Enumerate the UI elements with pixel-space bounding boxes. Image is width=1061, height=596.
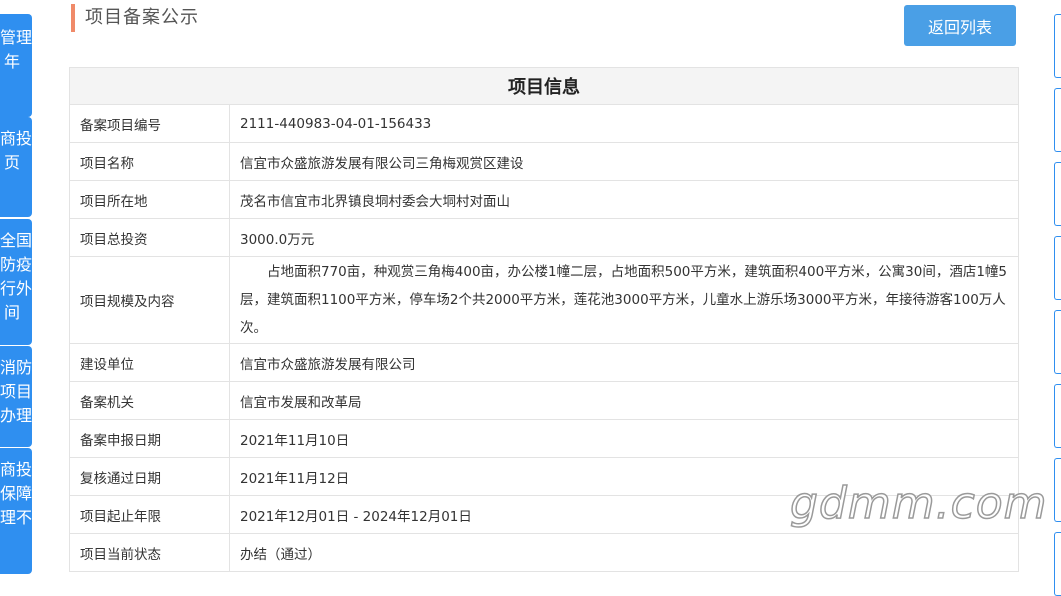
right-sidebar — [1053, 0, 1061, 596]
page-title: 项目备案公示 — [71, 4, 199, 32]
row-value: 信宜市发展和改革局 — [229, 381, 1019, 420]
row-value: 信宜市众盛旅游发展有限公司 — [229, 343, 1019, 382]
left-nav-item-4-line-1: 消防 — [0, 358, 32, 377]
left-nav-item-5-line-1: 商投 — [0, 460, 32, 479]
right-nav-item-3[interactable] — [1054, 162, 1061, 226]
back-to-list-button[interactable]: 返回列表 — [904, 5, 1016, 46]
table-heading-row: 项目信息 — [69, 67, 1019, 105]
left-nav-item-5-line-3: 理不 — [0, 508, 32, 527]
left-nav-item-4-line-3: 办理 — [0, 406, 32, 425]
left-nav-item-5[interactable]: 商投 保障 理不 — [0, 448, 32, 574]
row-value: 3000.0万元 — [229, 218, 1019, 257]
left-nav-item-2-line-2: 页 — [3, 153, 20, 172]
left-nav-item-4[interactable]: 消防 项目 办理 — [0, 346, 32, 447]
table-row-location: 项目所在地 茂名市信宜市北界镇良垌村委会大垌村对面山 — [69, 180, 1019, 219]
row-value: 2021年11月10日 — [229, 419, 1019, 458]
row-label: 备案申报日期 — [69, 419, 230, 458]
left-nav-item-2-line-1: 商投 — [0, 129, 32, 148]
row-label: 建设单位 — [69, 343, 230, 382]
left-nav-item-4-line-2: 项目 — [0, 382, 32, 401]
row-value: 2111-440983-04-01-156433 — [229, 104, 1019, 143]
row-label: 项目当前状态 — [69, 533, 230, 572]
row-value: 占地面积770亩，种观赏三角梅400亩，办公楼1幢二层，占地面积500平方米，建… — [229, 256, 1019, 344]
row-label: 复核通过日期 — [69, 457, 230, 496]
table-row-total-investment: 项目总投资 3000.0万元 — [69, 218, 1019, 257]
right-nav-item-5[interactable] — [1054, 310, 1061, 374]
row-label: 备案机关 — [69, 381, 230, 420]
left-nav-item-5-line-2: 保障 — [0, 484, 32, 503]
right-nav-item-7[interactable] — [1054, 458, 1061, 522]
left-nav-item-1-line-1: 管理 — [0, 28, 32, 47]
left-nav-item-3-line-1: 全国 — [0, 231, 32, 250]
table-row-status: 项目当前状态 办结（通过） — [69, 533, 1019, 572]
left-nav-item-3[interactable]: 全国 防疫 行外 间 — [0, 219, 32, 345]
row-label: 项目所在地 — [69, 180, 230, 219]
row-value: 信宜市众盛旅游发展有限公司三角梅观赏区建设 — [229, 142, 1019, 181]
row-value: 办结（通过） — [229, 533, 1019, 572]
row-label: 项目起止年限 — [69, 495, 230, 534]
right-nav-item-1[interactable] — [1054, 14, 1061, 78]
table-row-scale-content: 项目规模及内容 占地面积770亩，种观赏三角梅400亩，办公楼1幢二层，占地面积… — [69, 256, 1019, 344]
right-nav-item-4[interactable] — [1054, 236, 1061, 300]
right-nav-item-6[interactable] — [1054, 384, 1061, 448]
table-row-construction-unit: 建设单位 信宜市众盛旅游发展有限公司 — [69, 343, 1019, 382]
table-row-record-number: 备案项目编号 2111-440983-04-01-156433 — [69, 104, 1019, 143]
right-nav-item-2[interactable] — [1054, 88, 1061, 152]
left-nav-item-3-line-4: 间 — [3, 303, 20, 322]
row-value: 茂名市信宜市北界镇良垌村委会大垌村对面山 — [229, 180, 1019, 219]
left-nav-item-1[interactable]: 管理 年 — [0, 14, 32, 117]
table-row-project-name: 项目名称 信宜市众盛旅游发展有限公司三角梅观赏区建设 — [69, 142, 1019, 181]
row-label: 项目总投资 — [69, 218, 230, 257]
left-nav-item-3-line-3: 行外 — [0, 279, 32, 298]
left-sidebar: 管理 年 商投 页 全国 防疫 行外 间 消防 项目 办理 商投 保障 理不 — [0, 0, 32, 574]
table-heading: 项目信息 — [69, 67, 1019, 105]
table-row-apply-date: 备案申报日期 2021年11月10日 — [69, 419, 1019, 458]
table-row-filing-authority: 备案机关 信宜市发展和改革局 — [69, 381, 1019, 420]
left-nav-item-2[interactable]: 商投 页 — [0, 117, 32, 217]
row-label: 项目规模及内容 — [69, 256, 230, 344]
left-nav-item-3-line-2: 防疫 — [0, 255, 32, 274]
row-label: 备案项目编号 — [69, 104, 230, 143]
watermark: gdmm.com — [789, 477, 1048, 530]
left-nav-item-1-line-2: 年 — [3, 52, 20, 71]
right-nav-item-8[interactable] — [1054, 532, 1061, 596]
row-label: 项目名称 — [69, 142, 230, 181]
